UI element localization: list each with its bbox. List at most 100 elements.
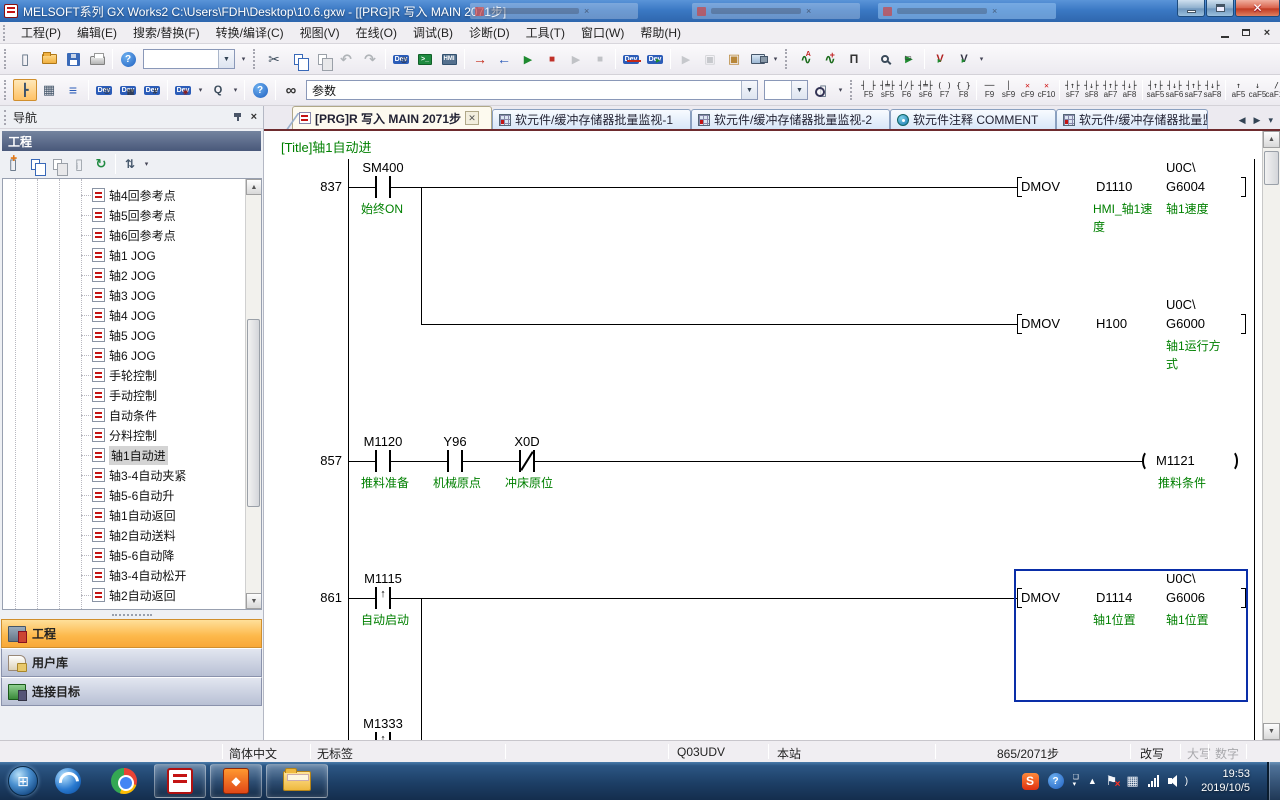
taskbar-clock[interactable]: 19:53 2019/10/5 bbox=[1201, 767, 1250, 795]
ladder-symbol-aF7-button[interactable]: ┤↑├aF7 bbox=[1101, 78, 1120, 102]
device-find-button[interactable] bbox=[92, 79, 116, 101]
tree-item-轴4 JOG[interactable]: 轴4 JOG bbox=[3, 305, 247, 325]
tray-window-icon[interactable]: ❏▾ bbox=[1073, 774, 1079, 788]
nav-copy-button[interactable] bbox=[24, 154, 46, 174]
tree-item-轴3-4自动夹紧[interactable]: 轴3-4自动夹紧 bbox=[3, 465, 247, 485]
toolbar-grip[interactable] bbox=[4, 80, 9, 100]
ladder-symbol-sF7-button[interactable]: ┤↑├sF7 bbox=[1063, 78, 1082, 102]
dropdown-arrow-icon[interactable]: ▾ bbox=[195, 80, 206, 100]
panel-close-icon[interactable]: × bbox=[251, 111, 257, 123]
tree-item-轴4回参考点[interactable]: 轴4回参考点 bbox=[3, 185, 247, 205]
tree-item-轴5-6自动升[interactable]: 轴5-6自动升 bbox=[3, 485, 247, 505]
doc-preview-button[interactable] bbox=[811, 79, 835, 101]
tree-item-分料控制[interactable]: 分料控制 bbox=[3, 425, 247, 445]
quick-search-combo[interactable]: ▼ bbox=[143, 49, 235, 69]
navigation-toggle-button[interactable] bbox=[13, 79, 37, 101]
document-tab[interactable]: 软元件注释 COMMENT bbox=[890, 109, 1056, 129]
pulse-trace-button[interactable] bbox=[842, 48, 866, 70]
device-test-button[interactable] bbox=[413, 48, 437, 70]
read-from-plc-button[interactable] bbox=[492, 48, 516, 70]
menu-item[interactable]: 调试(B) bbox=[405, 21, 461, 44]
tree-item-轴2 JOG[interactable]: 轴2 JOG bbox=[3, 265, 247, 285]
monitor-stop-disabled[interactable] bbox=[588, 48, 612, 70]
menu-item[interactable]: 工具(T) bbox=[518, 21, 573, 44]
device-network-button[interactable] bbox=[140, 79, 164, 101]
screen-mode-button[interactable] bbox=[746, 48, 770, 70]
volume-icon[interactable] bbox=[1168, 775, 1182, 787]
module-config-button[interactable] bbox=[37, 79, 61, 101]
tree-item-自动条件[interactable]: 自动条件 bbox=[3, 405, 247, 425]
toolbar-overflow-icon[interactable]: ▾ bbox=[770, 49, 781, 69]
combo-dropdown-icon[interactable]: ▼ bbox=[791, 81, 807, 99]
tree-item-轴1 JOG[interactable]: 轴1 JOG bbox=[3, 245, 247, 265]
panel-resize-grip[interactable] bbox=[0, 611, 263, 618]
ladder-symbol-saF7-button[interactable]: ┤↑├saF7 bbox=[1184, 78, 1203, 102]
redo-button[interactable] bbox=[358, 48, 382, 70]
menu-item[interactable]: 诊断(D) bbox=[461, 21, 518, 44]
verify-high-button[interactable] bbox=[952, 48, 976, 70]
open-project-button[interactable] bbox=[37, 48, 61, 70]
ladder-symbol-saF6-button[interactable]: ┤↓├saF6 bbox=[1165, 78, 1184, 102]
ladder-symbol-F7-button[interactable]: ( )F7 bbox=[935, 78, 954, 102]
menu-item[interactable]: 工程(P) bbox=[13, 21, 69, 44]
device-table-button[interactable] bbox=[116, 79, 140, 101]
ladder-symbol-sF5-button[interactable]: ┤╧├sF5 bbox=[878, 78, 897, 102]
tree-item-轴1自动返回[interactable]: 轴1自动返回 bbox=[3, 505, 247, 525]
tab-overflow-icon[interactable]: ▾ bbox=[1265, 114, 1276, 127]
tree-item-轴5回参考点[interactable]: 轴5回参考点 bbox=[3, 205, 247, 225]
cut-button[interactable] bbox=[262, 48, 286, 70]
nav-view-button-连接目标[interactable]: 连接目标 bbox=[1, 677, 262, 706]
taskbar-app-chrome[interactable] bbox=[98, 764, 150, 798]
document-tab[interactable]: 软元件/缓冲存储器批量监视-2 bbox=[691, 109, 890, 129]
nav-view-button-用户库[interactable]: 用户库 bbox=[1, 648, 262, 677]
ladder-symbol-sF6-button[interactable]: ┤╧├sF6 bbox=[916, 78, 935, 102]
show-desktop-button[interactable] bbox=[1267, 762, 1280, 800]
tray-expand-icon[interactable]: ▲ bbox=[1088, 776, 1097, 786]
nav-property-button[interactable] bbox=[68, 154, 90, 174]
tree-item-轴1自动进[interactable]: 轴1自动进 bbox=[3, 445, 247, 465]
ladder-symbol-F8-button[interactable]: { }F8 bbox=[954, 78, 973, 102]
ladder-symbol-aF8-button[interactable]: ┤↓├aF8 bbox=[1120, 78, 1139, 102]
menu-item[interactable]: 窗口(W) bbox=[573, 21, 632, 44]
trace-run-button[interactable] bbox=[897, 48, 921, 70]
ladder-symbol-cF10-button[interactable]: ✕cF10 bbox=[1037, 78, 1056, 102]
pin-icon[interactable] bbox=[233, 111, 243, 123]
monitor-start-disabled[interactable] bbox=[564, 48, 588, 70]
window-minimize-button[interactable] bbox=[1177, 0, 1205, 17]
ladder-symbol-F5-button[interactable]: ┤ ├F5 bbox=[859, 78, 878, 102]
tree-item-轴6回参考点[interactable]: 轴6回参考点 bbox=[3, 225, 247, 245]
ladder-canvas[interactable]: [Title]轴1自动进837857861SM400始终ONM1120推料准备Y… bbox=[264, 131, 1260, 740]
monitor-start-button[interactable] bbox=[516, 48, 540, 70]
menu-item[interactable]: 视图(V) bbox=[292, 21, 348, 44]
tree-item-轴3 JOG[interactable]: 轴3 JOG bbox=[3, 285, 247, 305]
window-cascade-button[interactable] bbox=[722, 48, 746, 70]
action-center-icon[interactable]: ⚑ bbox=[1106, 773, 1118, 789]
undo-button[interactable] bbox=[334, 48, 358, 70]
menu-item[interactable]: 搜索/替换(F) bbox=[125, 21, 208, 44]
tree-item-轴3-4自动松开[interactable]: 轴3-4自动松开 bbox=[3, 565, 247, 585]
device-watch-button[interactable] bbox=[643, 48, 667, 70]
document-tab[interactable]: 软元件/缓冲存储器批量监视-1 bbox=[492, 109, 691, 129]
find-button[interactable] bbox=[279, 79, 303, 101]
menu-item[interactable]: 在线(O) bbox=[348, 21, 405, 44]
target-combo[interactable]: 参数▼ bbox=[306, 80, 758, 100]
toolbar-overflow-icon[interactable]: ▾ bbox=[238, 49, 249, 69]
help-2-button[interactable] bbox=[248, 79, 272, 101]
list-view-button[interactable] bbox=[61, 79, 85, 101]
mdi-minimize-button[interactable] bbox=[1216, 25, 1234, 40]
mdi-close-button[interactable]: × bbox=[1258, 25, 1276, 40]
tab-scroll-right-icon[interactable]: ▶ bbox=[1251, 114, 1264, 127]
monitor-stop-button[interactable] bbox=[540, 48, 564, 70]
taskbar-app-tool[interactable]: ◆ bbox=[210, 764, 262, 798]
editor-scroll-up[interactable]: ▲ bbox=[1263, 131, 1280, 148]
device-batch-monitor-button[interactable] bbox=[619, 48, 643, 70]
nav-sort-button[interactable] bbox=[119, 154, 141, 174]
tree-scrollbar[interactable]: ▲ ▼ bbox=[245, 179, 261, 609]
nav-refresh-button[interactable] bbox=[90, 154, 112, 174]
editor-scroll-down[interactable]: ▼ bbox=[1263, 723, 1280, 740]
start-button[interactable]: ⊞ bbox=[8, 766, 38, 796]
help-button[interactable] bbox=[116, 48, 140, 70]
dropdown-arrow-icon[interactable]: ▾ bbox=[141, 154, 152, 174]
combo-dropdown-icon[interactable]: ▼ bbox=[741, 81, 757, 99]
device-display-button[interactable] bbox=[437, 48, 461, 70]
